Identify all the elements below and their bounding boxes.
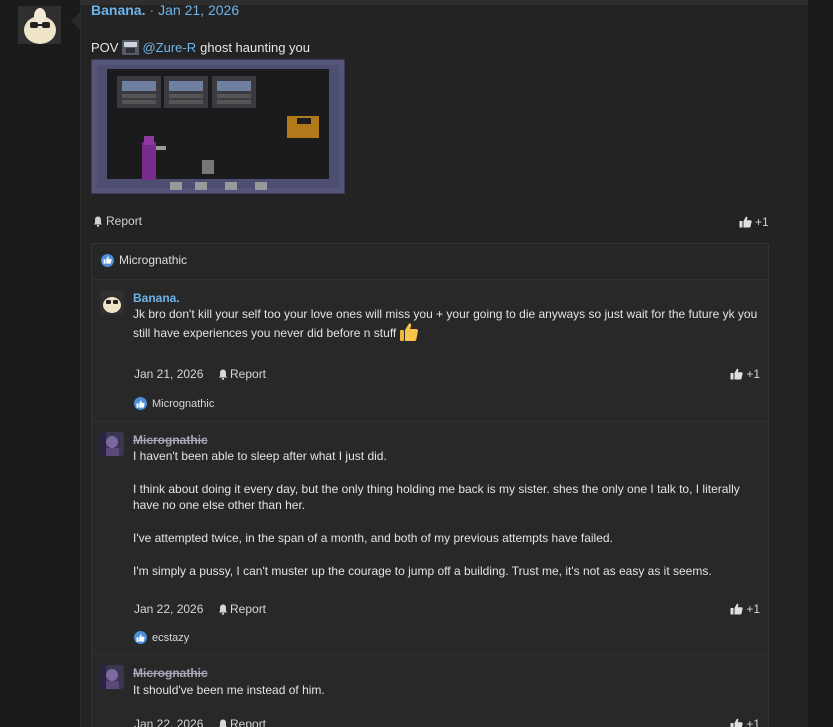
like-reaction-icon xyxy=(134,631,147,644)
avatar[interactable] xyxy=(100,290,124,314)
reactions-by: ecstazy xyxy=(152,631,190,644)
report-label: Report xyxy=(106,214,143,228)
avatar[interactable] xyxy=(100,432,124,456)
bell-icon xyxy=(218,604,228,615)
post-body: POV @Zure-R ghost haunting you xyxy=(91,40,310,55)
thumbs-up-icon xyxy=(739,216,752,228)
report-label: Report xyxy=(230,717,267,727)
thumbs-up-icon xyxy=(730,603,743,615)
reply-text: It should've been me instead of him. xyxy=(133,682,758,698)
scrollbar-track[interactable] xyxy=(809,0,833,727)
mention-link[interactable]: @Zure-R xyxy=(142,40,196,55)
report-button[interactable]: Report xyxy=(218,367,266,381)
list-item: Micrognathic It should've been me instea… xyxy=(92,654,768,727)
report-button[interactable]: Report xyxy=(218,717,266,727)
reply-paragraph: I haven't been able to sleep after what … xyxy=(133,449,387,463)
reaction-count: +1 xyxy=(746,367,760,381)
reply-date[interactable]: Jan 22, 2026 xyxy=(134,602,203,616)
report-button[interactable]: Report xyxy=(93,214,142,228)
list-item: Micrognathic I haven't been able to slee… xyxy=(92,421,768,654)
reactions-summary[interactable]: Micrognathic xyxy=(134,397,214,410)
post-image[interactable] xyxy=(91,59,345,194)
report-label: Report xyxy=(230,367,267,381)
like-button[interactable]: +1 xyxy=(730,367,760,381)
bell-icon xyxy=(218,369,228,380)
reply-paragraph: I think about doing it every day, but th… xyxy=(133,482,740,512)
reactions-summary[interactable]: Micrognathic xyxy=(101,253,187,267)
thumbs-up-icon xyxy=(730,368,743,380)
reply-author[interactable]: Micrognathic xyxy=(133,433,208,447)
header-separator: · xyxy=(149,2,155,18)
reply-paragraph: I've attempted twice, in the span of a m… xyxy=(133,531,613,545)
like-button[interactable]: +1 xyxy=(730,717,760,727)
list-item: Banana. Jk bro don't kill your self too … xyxy=(92,279,768,421)
like-button[interactable]: +1 xyxy=(739,215,769,229)
post-date[interactable]: Jan 21, 2026 xyxy=(158,2,239,18)
avatar[interactable] xyxy=(18,6,61,44)
reactions-box: Micrognathic Banana. Jk bro don't kill y… xyxy=(91,243,769,727)
reaction-count: +1 xyxy=(746,717,760,727)
thumbs-up-emoji xyxy=(399,322,419,346)
like-reaction-icon xyxy=(134,397,147,410)
reply-text: Jk bro don't kill your self too your lov… xyxy=(133,306,758,346)
reply-text: I haven't been able to sleep after what … xyxy=(133,448,758,579)
thumbs-up-icon xyxy=(730,718,743,727)
reaction-count: +1 xyxy=(746,602,760,616)
bell-icon xyxy=(218,719,228,727)
post-body-prefix: POV xyxy=(91,40,119,55)
mention-avatar xyxy=(122,40,140,55)
reactions-by: Micrognathic xyxy=(119,253,188,267)
reply-date[interactable]: Jan 21, 2026 xyxy=(134,367,203,381)
post-pointer xyxy=(71,12,80,30)
bell-icon xyxy=(93,216,103,227)
reply-paragraph: It should've been me instead of him. xyxy=(133,683,325,697)
like-reaction-icon xyxy=(101,253,114,267)
reactions-summary[interactable]: ecstazy xyxy=(134,631,189,644)
post-header: Banana. · Jan 21, 2026 xyxy=(91,2,239,18)
reply-paragraph: I'm simply a pussy, I can't muster up th… xyxy=(133,564,712,578)
reply-paragraph: Jk bro don't kill your self too your lov… xyxy=(133,307,758,341)
like-button[interactable]: +1 xyxy=(730,602,760,616)
post-body-suffix: ghost haunting you xyxy=(200,40,310,55)
reaction-count: +1 xyxy=(755,215,769,229)
reactions-by: Micrognathic xyxy=(152,397,215,410)
reply-author[interactable]: Micrognathic xyxy=(133,666,208,680)
avatar[interactable] xyxy=(100,665,124,689)
reply-author[interactable]: Banana. xyxy=(133,291,180,305)
reply-date[interactable]: Jan 22, 2026 xyxy=(134,717,203,727)
report-label: Report xyxy=(230,602,267,616)
left-column xyxy=(0,0,80,727)
post-author[interactable]: Banana. xyxy=(91,2,145,18)
report-button[interactable]: Report xyxy=(218,602,266,616)
